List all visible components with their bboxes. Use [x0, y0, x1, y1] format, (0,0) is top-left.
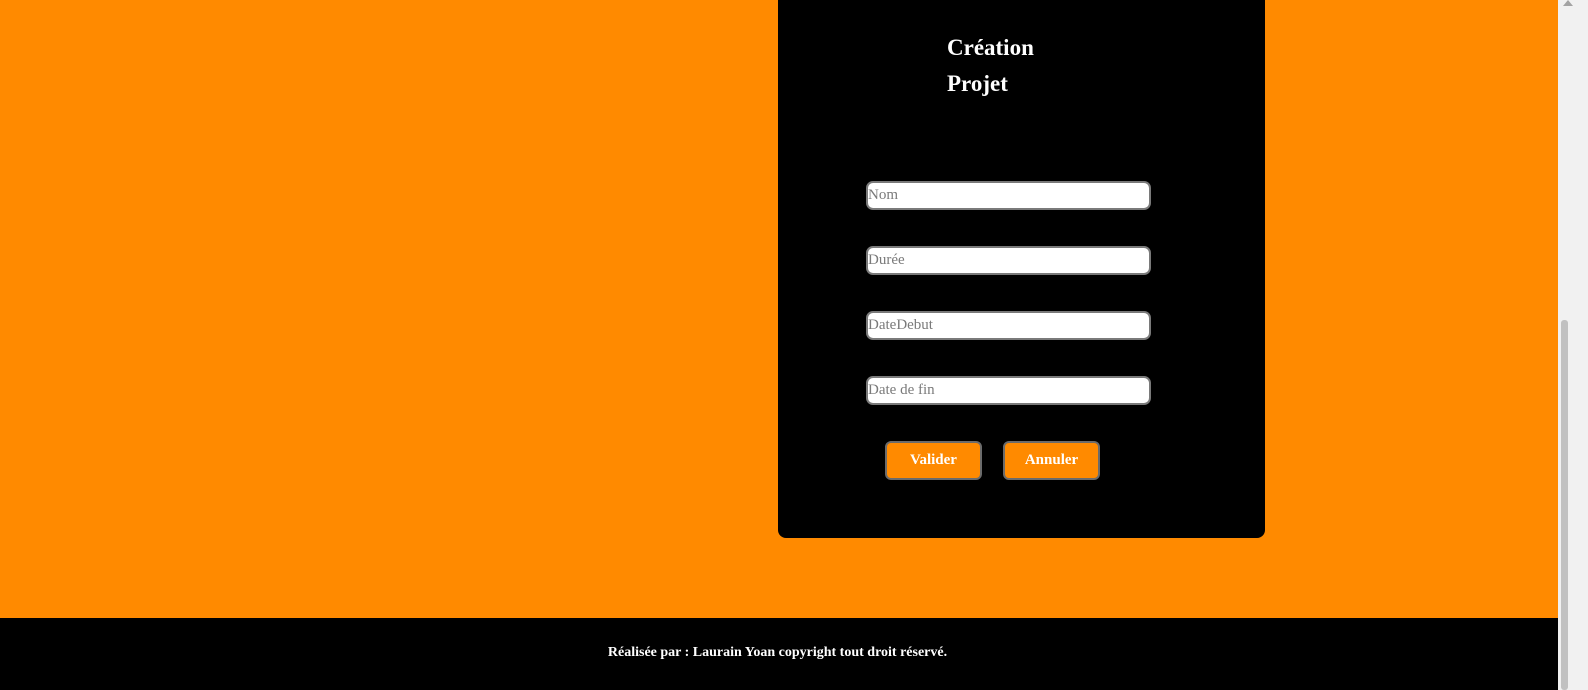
cancel-button[interactable]: Annuler	[1003, 441, 1100, 480]
validate-button[interactable]: Valider	[885, 441, 982, 480]
duree-input[interactable]	[866, 246, 1151, 275]
form-title: Création Projet	[947, 35, 1034, 96]
date-debut-input[interactable]	[866, 311, 1151, 340]
date-fin-input[interactable]	[866, 376, 1151, 405]
page: Création Projet Valider Annuler Réalisée…	[0, 0, 1588, 690]
create-project-card: Création Projet Valider Annuler	[778, 0, 1265, 538]
scroll-up-arrow-icon[interactable]	[1563, 0, 1573, 6]
footer-credit: Réalisée par : Laurain Yoan copyright to…	[607, 645, 948, 660]
nom-input[interactable]	[866, 181, 1151, 210]
footer: Réalisée par : Laurain Yoan copyright to…	[0, 618, 1558, 690]
scrollbar-thumb[interactable]	[1561, 320, 1568, 690]
